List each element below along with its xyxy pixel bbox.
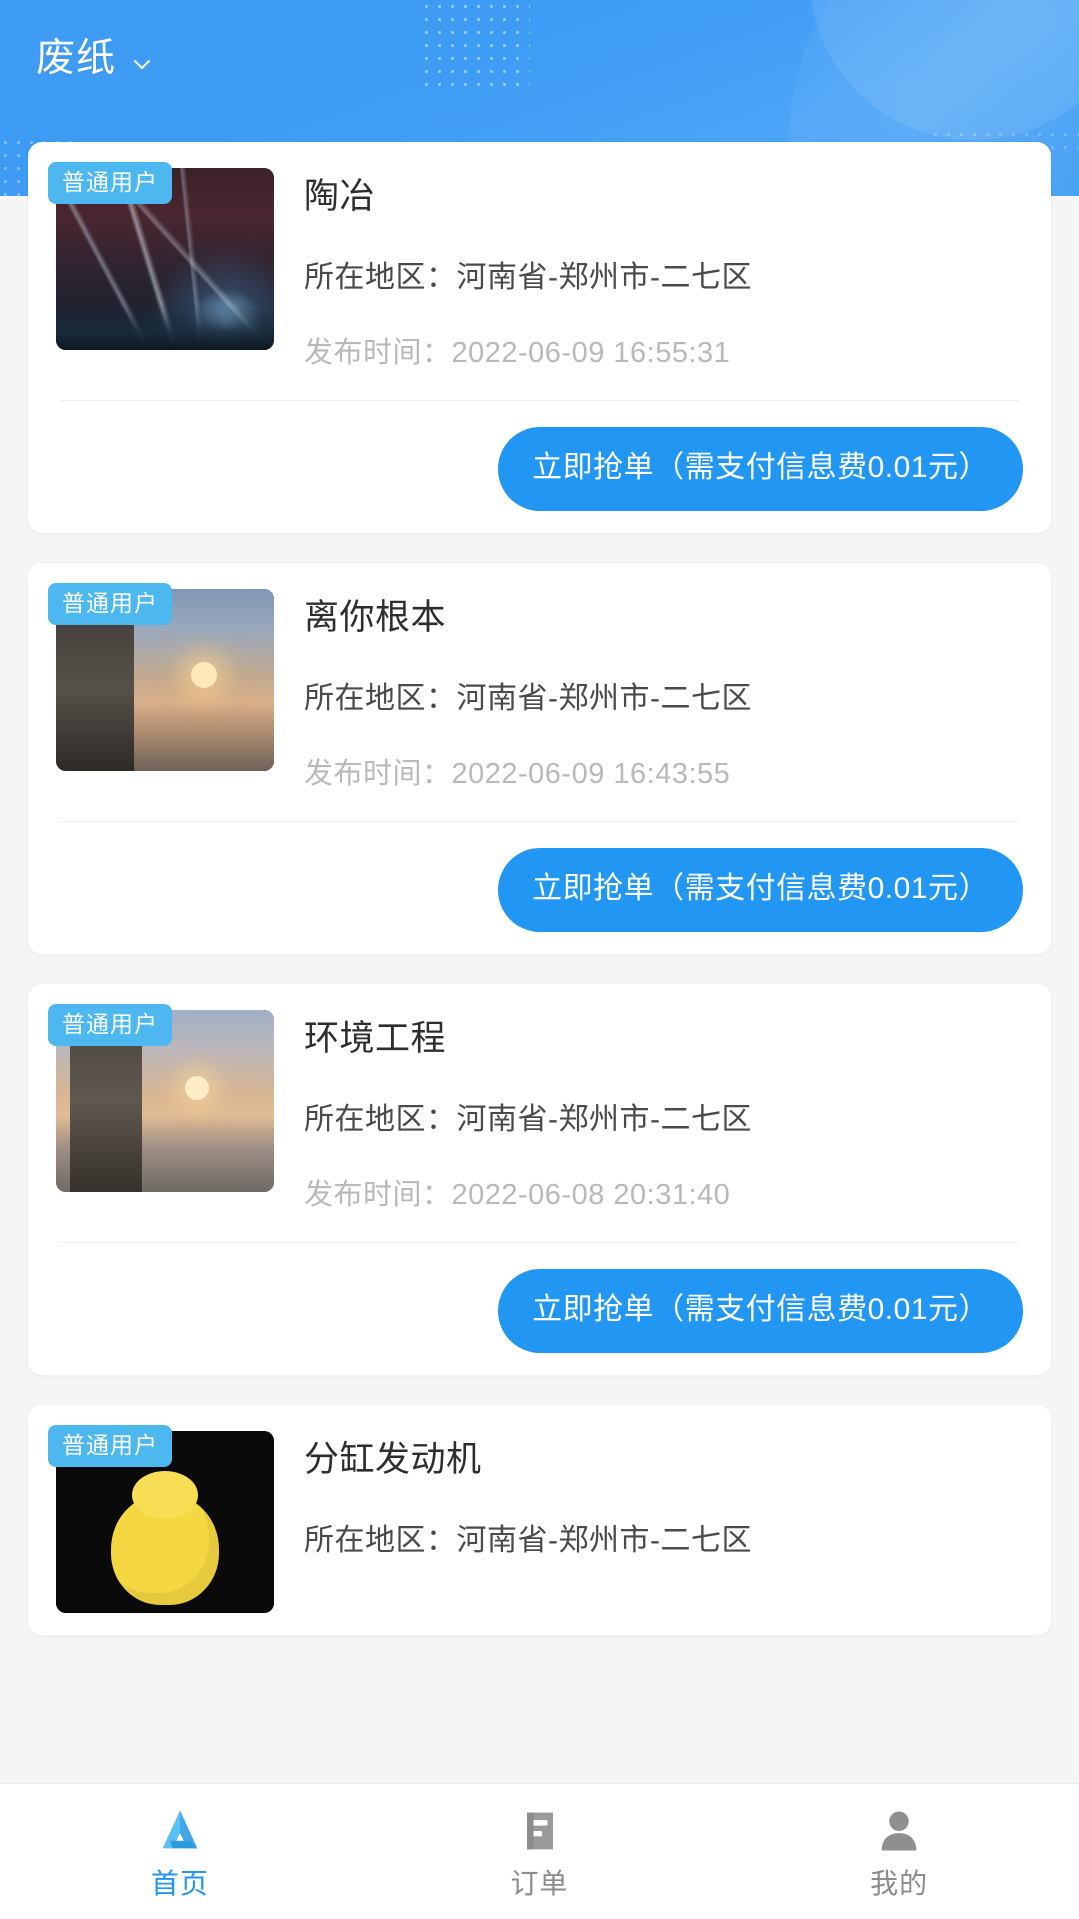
user-type-badge: 普通用户	[48, 1004, 172, 1046]
order-card[interactable]: 普通用户陶冶所在地区：河南省-郑州市-二七区发布时间：2022-06-09 16…	[28, 142, 1051, 533]
category-selector[interactable]: 废纸	[36, 36, 154, 82]
order-title: 分缸发动机	[304, 1439, 1023, 1481]
card-action-row: 立即抢单（需支付信息费0.01元）	[56, 1243, 1023, 1353]
card-action-row: 立即抢单（需支付信息费0.01元）	[56, 401, 1023, 511]
tab-label: 首页	[151, 1869, 209, 1899]
card-top: 普通用户分缸发动机所在地区：河南省-郑州市-二七区	[56, 1431, 1023, 1613]
thumbnail-wrapper[interactable]: 普通用户	[56, 589, 274, 791]
grab-order-button[interactable]: 立即抢单（需支付信息费0.01元）	[498, 427, 1023, 511]
order-card[interactable]: 普通用户离你根本所在地区：河南省-郑州市-二七区发布时间：2022-06-09 …	[28, 563, 1051, 954]
tab-profile[interactable]: 我的	[719, 1784, 1079, 1919]
grab-order-button[interactable]: 立即抢单（需支付信息费0.01元）	[498, 848, 1023, 932]
card-info: 环境工程所在地区：河南省-郑州市-二七区发布时间：2022-06-08 20:3…	[304, 1010, 1023, 1212]
order-list[interactable]: 普通用户陶冶所在地区：河南省-郑州市-二七区发布时间：2022-06-09 16…	[0, 142, 1079, 1780]
card-top: 普通用户陶冶所在地区：河南省-郑州市-二七区发布时间：2022-06-09 16…	[56, 168, 1023, 370]
card-action-row: 立即抢单（需支付信息费0.01元）	[56, 822, 1023, 932]
order-title: 陶冶	[304, 176, 1023, 218]
order-document-icon	[514, 1805, 566, 1857]
home-drive-icon	[154, 1805, 206, 1857]
card-info: 陶冶所在地区：河南省-郑州市-二七区发布时间：2022-06-09 16:55:…	[304, 168, 1023, 370]
card-top: 普通用户环境工程所在地区：河南省-郑州市-二七区发布时间：2022-06-08 …	[56, 1010, 1023, 1212]
thumbnail-wrapper[interactable]: 普通用户	[56, 168, 274, 370]
card-top: 普通用户离你根本所在地区：河南省-郑州市-二七区发布时间：2022-06-09 …	[56, 589, 1023, 791]
tab-orders[interactable]: 订单	[360, 1784, 720, 1919]
grab-order-button[interactable]: 立即抢单（需支付信息费0.01元）	[498, 1269, 1023, 1353]
page-title: 废纸	[36, 36, 116, 82]
person-icon	[873, 1805, 925, 1857]
tab-label: 我的	[870, 1869, 928, 1899]
order-region: 所在地区：河南省-郑州市-二七区	[304, 260, 1023, 296]
bottom-navigation[interactable]: 首页 订单 我的	[0, 1783, 1079, 1919]
chevron-down-icon[interactable]	[130, 52, 154, 76]
order-publish-time: 发布时间：2022-06-09 16:55:31	[304, 336, 1023, 370]
order-publish-time: 发布时间：2022-06-08 20:31:40	[304, 1178, 1023, 1212]
tab-label: 订单	[511, 1869, 569, 1899]
thumbnail-wrapper[interactable]: 普通用户	[56, 1431, 274, 1613]
thumbnail-wrapper[interactable]: 普通用户	[56, 1010, 274, 1212]
user-type-badge: 普通用户	[48, 583, 172, 625]
user-type-badge: 普通用户	[48, 1425, 172, 1467]
header-dot-pattern-top	[420, 0, 530, 92]
user-type-badge: 普通用户	[48, 162, 172, 204]
order-region: 所在地区：河南省-郑州市-二七区	[304, 681, 1023, 717]
app-root: 废纸 普通用户陶冶所在地区：河南省-郑州市-二七区发布时间：2022-06-09…	[0, 0, 1079, 1919]
order-region: 所在地区：河南省-郑州市-二七区	[304, 1102, 1023, 1138]
order-title: 离你根本	[304, 597, 1023, 639]
card-info: 分缸发动机所在地区：河南省-郑州市-二七区	[304, 1431, 1023, 1613]
order-title: 环境工程	[304, 1018, 1023, 1060]
order-card[interactable]: 普通用户分缸发动机所在地区：河南省-郑州市-二七区	[28, 1405, 1051, 1635]
order-region: 所在地区：河南省-郑州市-二七区	[304, 1523, 1023, 1559]
order-card[interactable]: 普通用户环境工程所在地区：河南省-郑州市-二七区发布时间：2022-06-08 …	[28, 984, 1051, 1375]
tab-home[interactable]: 首页	[0, 1784, 360, 1919]
order-publish-time: 发布时间：2022-06-09 16:43:55	[304, 757, 1023, 791]
card-info: 离你根本所在地区：河南省-郑州市-二七区发布时间：2022-06-09 16:4…	[304, 589, 1023, 791]
